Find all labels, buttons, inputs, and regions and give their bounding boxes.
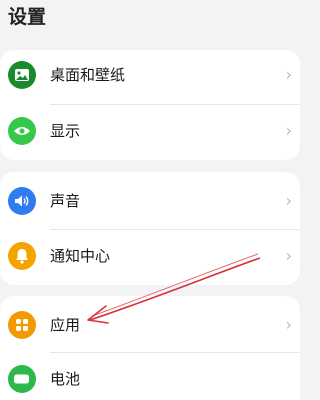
divider [50, 352, 300, 353]
chevron-right-icon: › [285, 315, 292, 334]
settings-group-display: 桌面和壁纸 › 显示 › [0, 50, 300, 160]
chevron-right-icon: › [285, 191, 292, 210]
eye-icon [8, 117, 36, 145]
settings-item-notification-center[interactable]: 通知中心 › [0, 231, 300, 285]
settings-item-wallpaper[interactable]: 桌面和壁纸 › [0, 50, 300, 104]
settings-item-label: 显示 [50, 122, 81, 140]
divider [50, 229, 300, 230]
settings-item-apps[interactable]: 应用 › [0, 300, 300, 354]
settings-item-sound[interactable]: 声音 › [0, 176, 300, 230]
settings-item-label: 桌面和壁纸 [50, 66, 126, 84]
settings-item-battery[interactable]: 电池 [0, 354, 300, 400]
wallpaper-icon [8, 61, 36, 89]
battery-icon [8, 365, 36, 393]
chevron-right-icon: › [285, 65, 292, 84]
chevron-right-icon: › [285, 121, 292, 140]
settings-group-sound: 声音 › 通知中心 › [0, 172, 300, 285]
settings-item-label: 应用 [50, 316, 81, 334]
apps-grid-icon [8, 311, 36, 339]
chevron-right-icon: › [285, 246, 292, 265]
settings-item-label: 通知中心 [50, 247, 111, 265]
settings-item-label: 电池 [50, 370, 81, 388]
speaker-icon [8, 187, 36, 215]
bell-icon [8, 242, 36, 270]
page-title: 设置 [8, 6, 47, 28]
divider [50, 104, 300, 105]
settings-item-label: 声音 [50, 192, 81, 210]
settings-group-apps: 应用 › 电池 [0, 296, 300, 400]
settings-item-display[interactable]: 显示 › [0, 106, 300, 160]
